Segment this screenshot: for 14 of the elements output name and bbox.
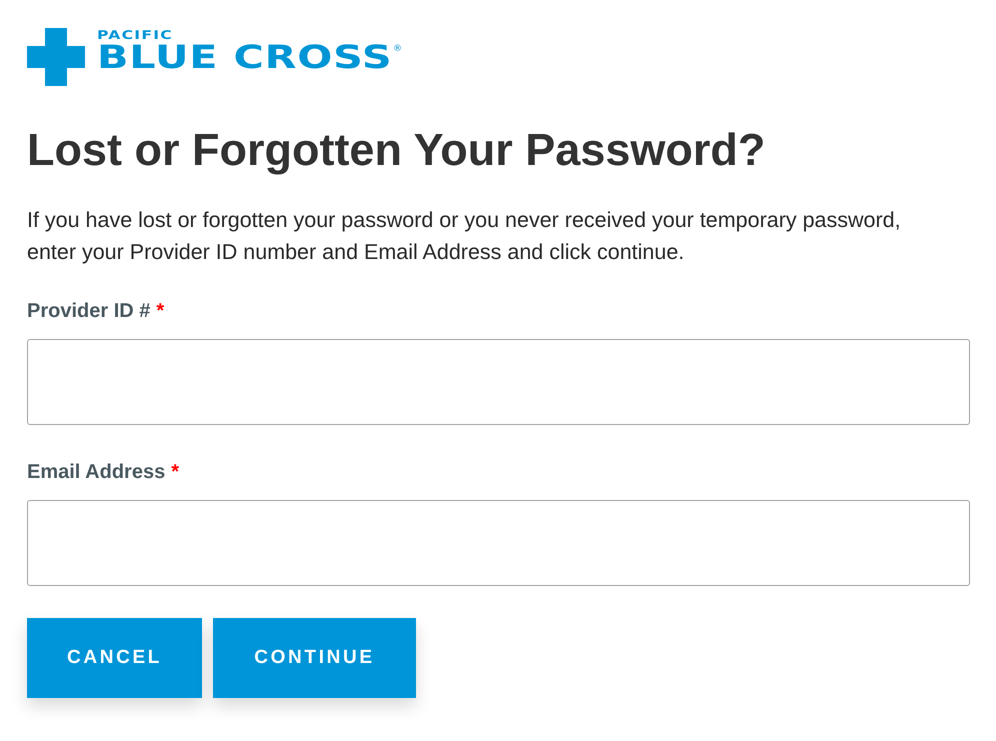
input-field[interactable] <box>27 339 970 425</box>
input-field[interactable] <box>27 500 970 586</box>
field-label: Email Address <box>27 460 166 485</box>
page-heading: Lost or Forgotten Your Password? <box>27 124 766 176</box>
required-mark: * <box>156 299 164 324</box>
cancel-button[interactable]: CANCEL <box>27 618 202 698</box>
cross-icon <box>27 28 85 86</box>
intro-paragraph: If you have lost or forgotten your password or you never received your temporary password, enter your Provider ID number and Email Address and click continue. <box>27 207 902 266</box>
continue-button[interactable]: CONTINUE <box>213 618 416 698</box>
logo-overline: PACIFIC <box>97 29 173 41</box>
registered-mark: ® <box>393 45 402 54</box>
field-label: Provider ID # <box>27 299 150 324</box>
logo-wordmark: BLUE CROSS <box>97 41 392 73</box>
required-mark: * <box>171 460 179 485</box>
